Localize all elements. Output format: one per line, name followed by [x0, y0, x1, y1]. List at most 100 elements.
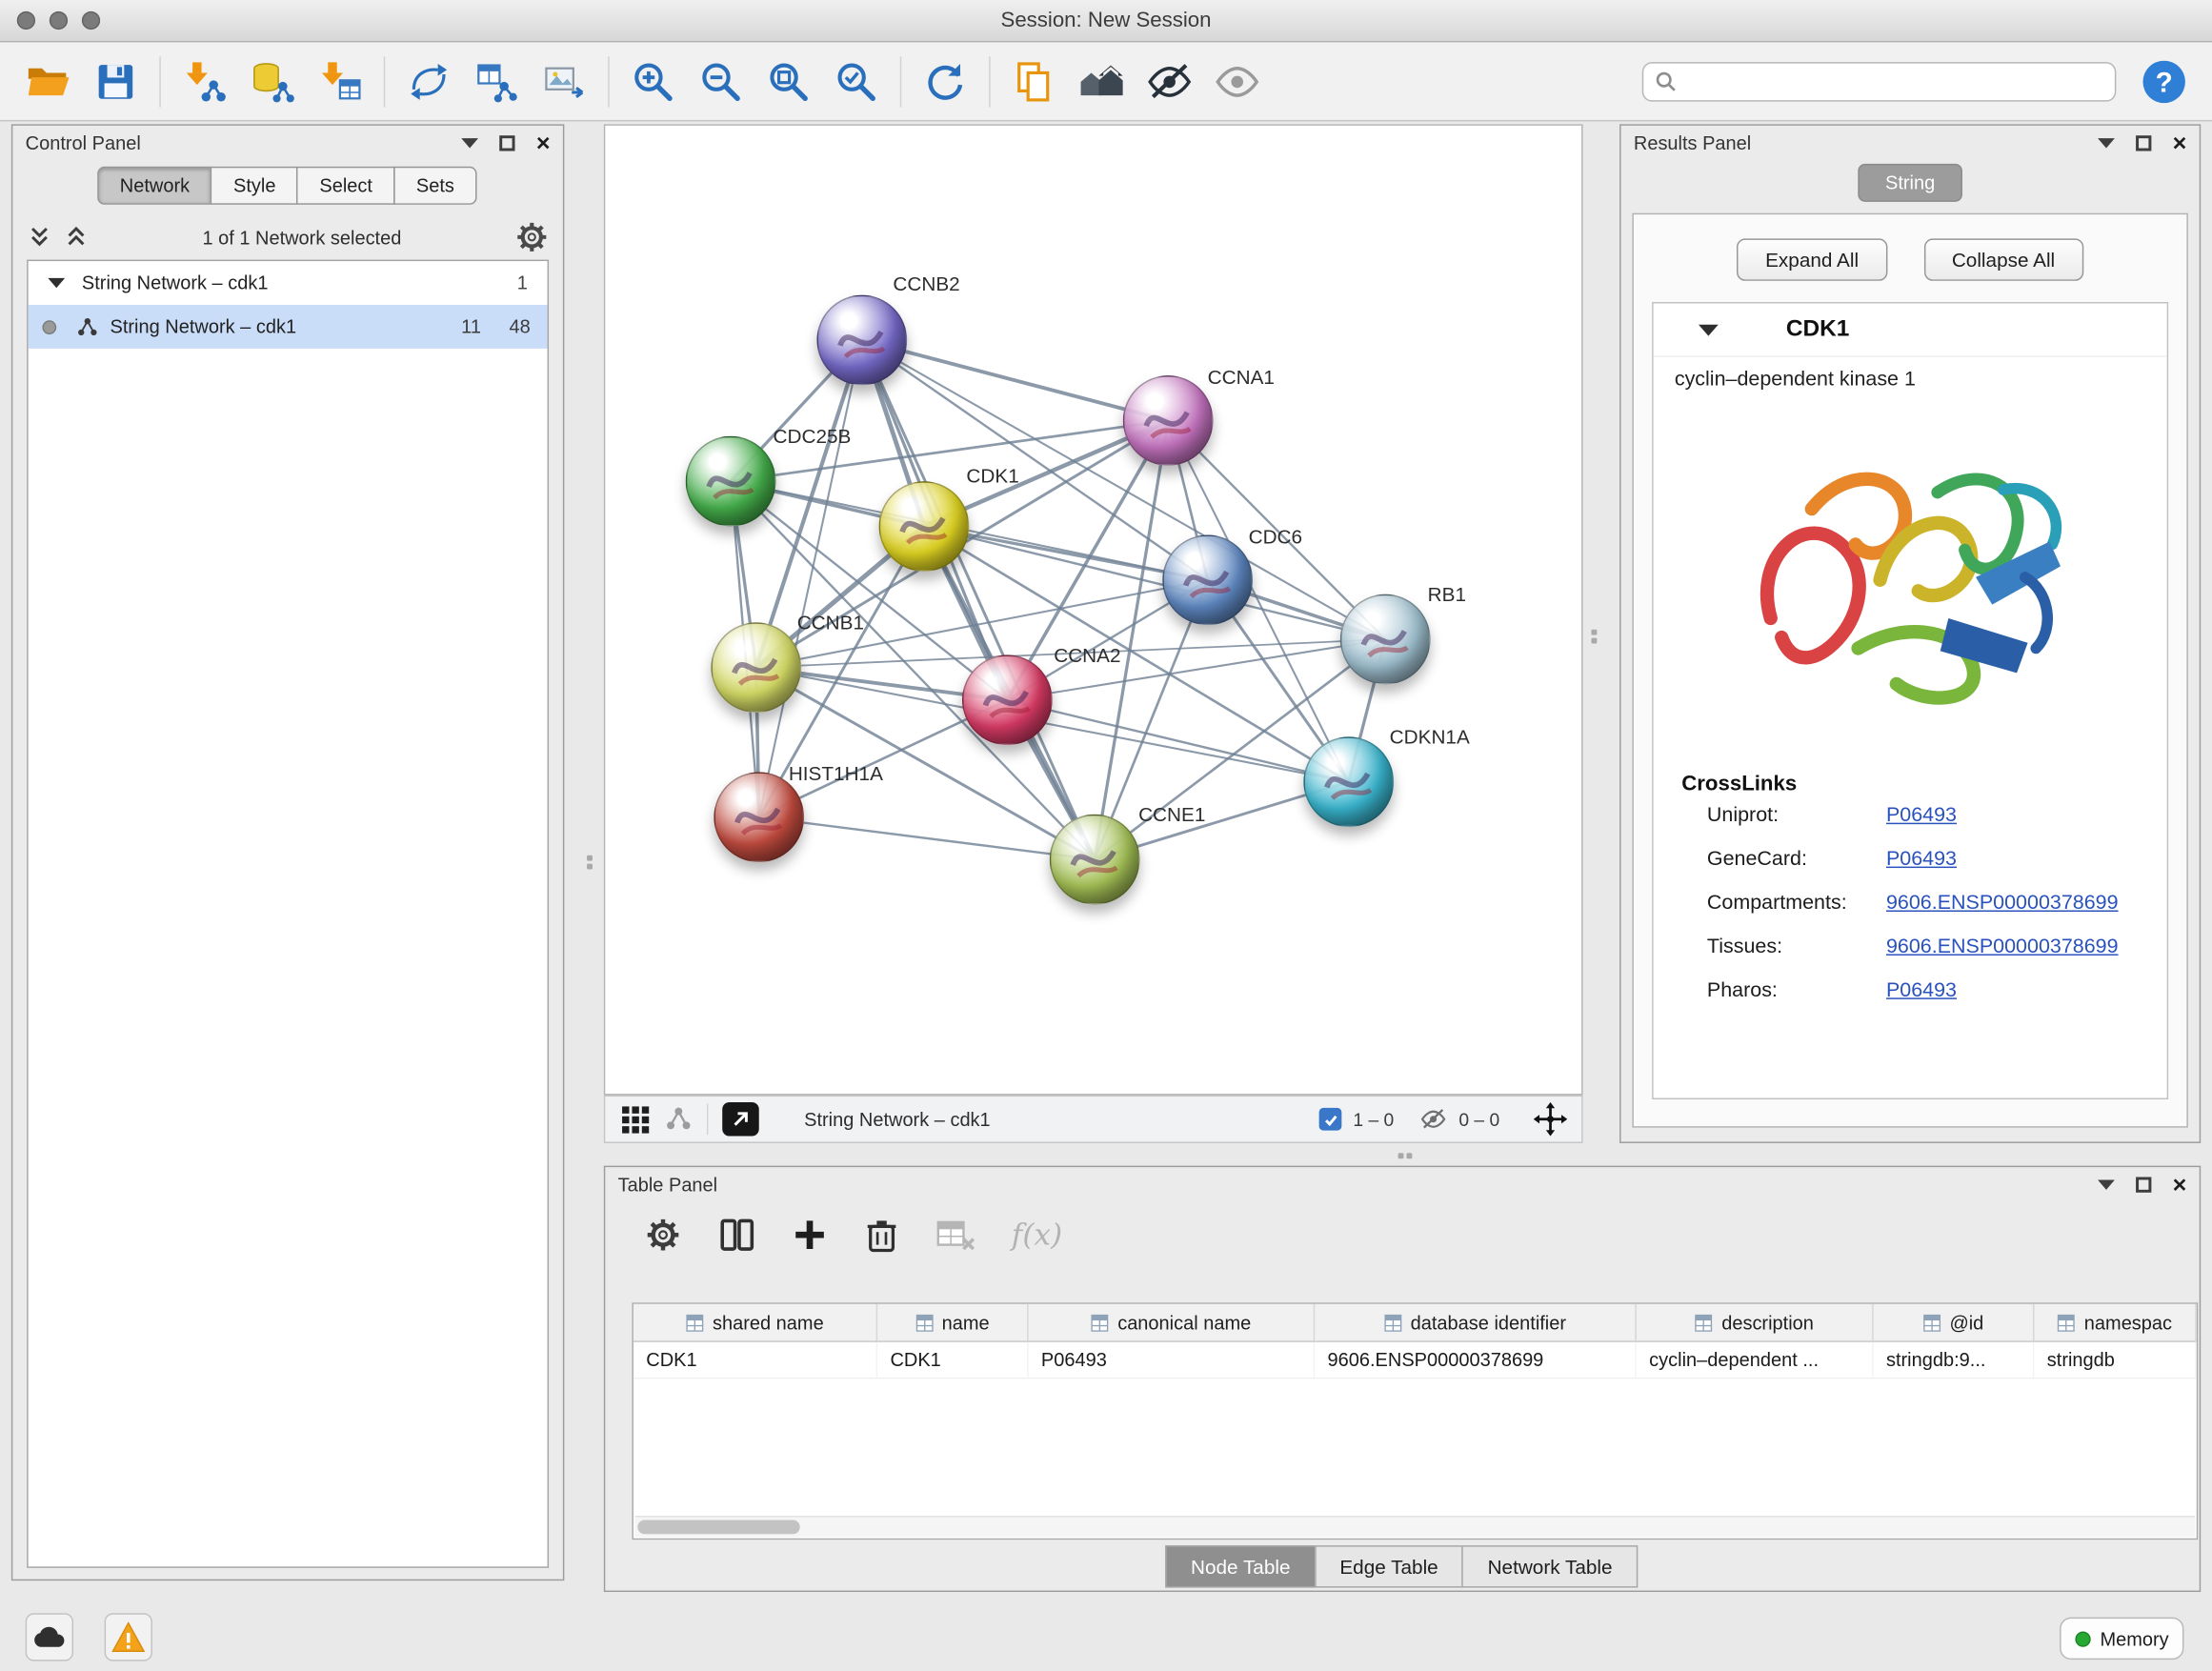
network-node-cdk1[interactable]: [879, 481, 970, 572]
crosslink-link-tissues[interactable]: 9606.ENSP00000378699: [1886, 936, 2119, 958]
horizontal-scrollbar[interactable]: [634, 1516, 2195, 1537]
crosslink-link-uniprot[interactable]: P06493: [1886, 804, 1957, 827]
collapse-all-button[interactable]: Collapse All: [1923, 238, 2083, 280]
expand-all-chevron-icon[interactable]: [27, 225, 52, 251]
new-network-button[interactable]: [395, 49, 463, 113]
column-header-database-identifier[interactable]: database identifier: [1315, 1304, 1637, 1341]
maximize-panel-icon[interactable]: [499, 134, 514, 150]
gene-section-header[interactable]: CDK1: [1654, 304, 2167, 357]
network-from-table-button[interactable]: [463, 49, 531, 113]
crosslink-link-compartments[interactable]: 9606.ENSP00000378699: [1886, 892, 2119, 915]
network-node-ccnb1[interactable]: [711, 622, 801, 713]
collapse-all-chevron-icon[interactable]: [64, 225, 90, 251]
maximize-panel-icon[interactable]: [2136, 134, 2151, 150]
memory-button[interactable]: Memory: [2060, 1618, 2183, 1660]
maximize-panel-icon[interactable]: [2136, 1177, 2151, 1192]
export-image-button[interactable]: [531, 49, 598, 113]
warnings-button[interactable]: [105, 1613, 152, 1661]
table-settings-gear-icon[interactable]: [645, 1217, 682, 1254]
splitter-grip-left[interactable]: [581, 847, 598, 878]
import-table-button[interactable]: [306, 49, 373, 113]
crosslink-link-pharos[interactable]: P06493: [1886, 979, 1957, 1002]
splitter-grip-bottom[interactable]: [1390, 1149, 1421, 1163]
birdseye-toggle-button[interactable]: [722, 1102, 759, 1137]
network-row-selected[interactable]: String Network – cdk1 11 48: [29, 305, 548, 349]
search-icon: [1655, 70, 1678, 92]
zoom-fit-button[interactable]: [754, 49, 822, 113]
close-panel-icon[interactable]: ×: [536, 131, 551, 154]
column-header-canonical-name[interactable]: canonical name: [1029, 1304, 1316, 1341]
cybrowser-button[interactable]: [1068, 49, 1136, 113]
network-node-cdc6[interactable]: [1162, 534, 1253, 625]
table-cell-name[interactable]: CDK1: [877, 1342, 1028, 1378]
tab-network[interactable]: Network: [97, 167, 212, 205]
scrollbar-thumb[interactable]: [637, 1520, 799, 1534]
table-cell-canonical-name[interactable]: P06493: [1029, 1342, 1316, 1378]
column-header-shared-name[interactable]: shared name: [633, 1304, 877, 1341]
add-column-icon[interactable]: [792, 1217, 829, 1254]
network-node-ccne1[interactable]: [1050, 815, 1140, 905]
column-header-description[interactable]: description: [1637, 1304, 1874, 1341]
collapse-section-icon[interactable]: [1699, 324, 1719, 335]
annotation-button[interactable]: [1000, 49, 1068, 113]
table-row[interactable]: CDK1CDK1P064939606.ENSP00000378699cyclin…: [633, 1342, 2197, 1379]
network-node-cdc25b[interactable]: [686, 436, 776, 527]
save-session-button[interactable]: [82, 49, 150, 113]
network-collection-row[interactable]: String Network – cdk1 1: [29, 261, 548, 305]
close-panel-icon[interactable]: ×: [2173, 131, 2187, 154]
table-cell-id[interactable]: stringdb:9...: [1874, 1342, 2035, 1378]
float-panel-icon[interactable]: [461, 137, 478, 147]
import-network-file-button[interactable]: [171, 49, 238, 113]
network-node-ccna1[interactable]: [1123, 375, 1214, 466]
tab-string[interactable]: String: [1859, 164, 1962, 202]
table-cell-description[interactable]: cyclin–dependent ...: [1637, 1342, 1874, 1378]
hidden-eye-icon[interactable]: [1419, 1106, 1448, 1132]
table-cell-database-identifier[interactable]: 9606.ENSP00000378699: [1315, 1342, 1637, 1378]
crosslink-link-genecard[interactable]: P06493: [1886, 848, 1957, 871]
tab-select[interactable]: Select: [297, 167, 395, 205]
refresh-button[interactable]: [912, 49, 979, 113]
open-session-button[interactable]: [14, 49, 82, 113]
tab-node-table[interactable]: Node Table: [1165, 1545, 1316, 1587]
memory-status-dot: [2075, 1631, 2090, 1646]
show-panel-button[interactable]: [1203, 49, 1271, 113]
show-columns-icon[interactable]: [718, 1217, 755, 1254]
column-header-name[interactable]: name: [877, 1304, 1028, 1341]
hide-panel-button[interactable]: [1136, 49, 1203, 113]
zoom-selected-button[interactable]: [822, 49, 890, 113]
table-cell-namespac[interactable]: stringdb: [2034, 1342, 2196, 1378]
gear-icon[interactable]: [515, 220, 550, 254]
cloud-button[interactable]: [26, 1613, 73, 1661]
close-panel-icon[interactable]: ×: [2173, 1172, 2187, 1196]
network-view-canvas[interactable]: CCNB2CCNA1CDC25BCDK1CDC6RB1CCNB1CCNA2CDK…: [604, 124, 1583, 1095]
network-node-hist1h1a[interactable]: [714, 772, 804, 862]
network-node-ccnb2[interactable]: [816, 295, 907, 386]
expand-all-button[interactable]: Expand All: [1737, 238, 1886, 280]
network-node-ccna2[interactable]: [962, 654, 1053, 745]
delete-column-trash-icon[interactable]: [865, 1217, 899, 1254]
tab-sets[interactable]: Sets: [393, 167, 476, 205]
tree-expand-icon[interactable]: [48, 278, 65, 288]
table-cell-shared-name[interactable]: CDK1: [633, 1342, 877, 1378]
selected-checkbox-icon[interactable]: [1319, 1108, 1342, 1131]
column-header-namespac[interactable]: namespac: [2034, 1304, 2196, 1341]
float-panel-icon[interactable]: [2098, 137, 2115, 147]
network-node-cdkn1a[interactable]: [1303, 736, 1394, 827]
zoom-in-button[interactable]: [619, 49, 687, 113]
zoom-out-button[interactable]: [687, 49, 754, 113]
network-table-icon: [474, 58, 519, 103]
grid-view-icon[interactable]: [619, 1103, 651, 1135]
splitter-grip-right[interactable]: [1586, 621, 1603, 653]
help-button[interactable]: ?: [2130, 49, 2198, 113]
tab-edge-table[interactable]: Edge Table: [1315, 1545, 1464, 1587]
column-header-id[interactable]: @id: [1874, 1304, 2035, 1341]
table-body: CDK1CDK1P064939606.ENSP00000378699cyclin…: [633, 1342, 2197, 1379]
share-view-icon[interactable]: [665, 1105, 694, 1134]
pan-move-icon[interactable]: [1534, 1102, 1568, 1137]
tab-style[interactable]: Style: [211, 167, 298, 205]
search-input[interactable]: [1686, 70, 2103, 91]
float-panel-icon[interactable]: [2098, 1179, 2115, 1189]
network-node-rb1[interactable]: [1340, 594, 1431, 685]
tab-network-table[interactable]: Network Table: [1462, 1545, 1638, 1587]
import-network-database-button[interactable]: [238, 49, 306, 113]
